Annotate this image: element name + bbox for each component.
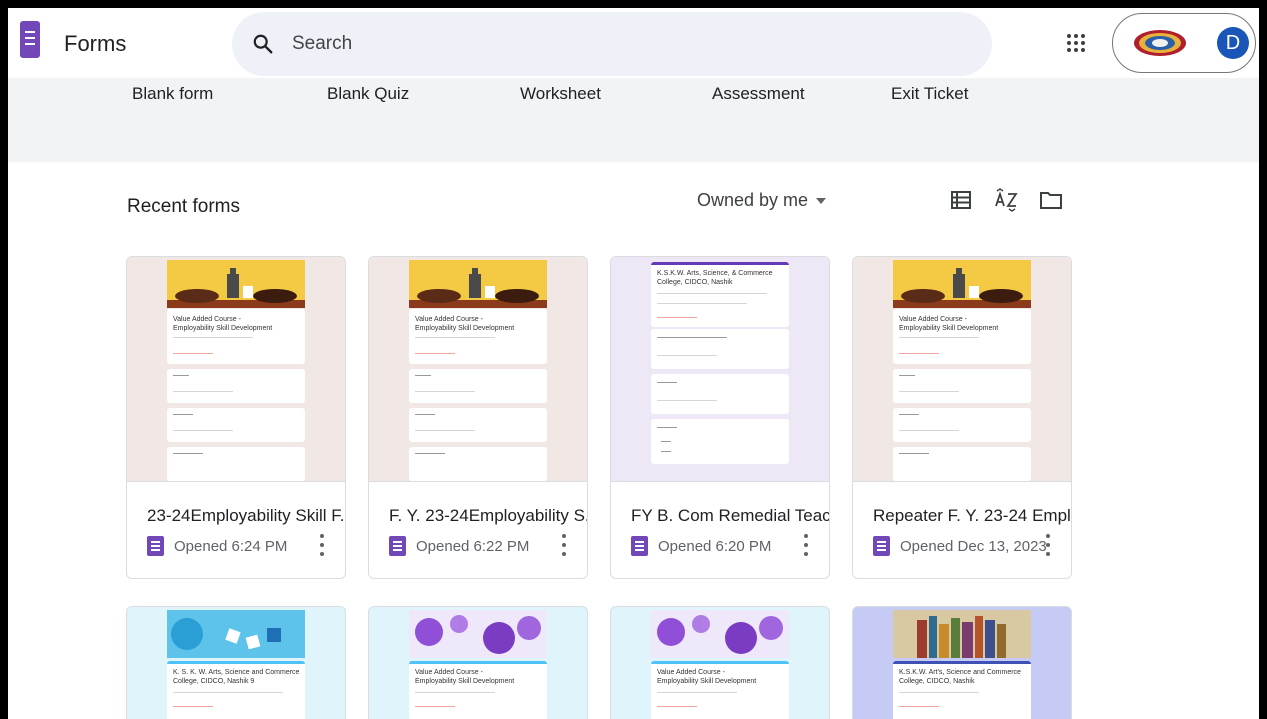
form-header-preview: Value Added Course - Employability Skill…	[409, 661, 547, 719]
form-header-preview: K.S.K.W. Art's, Science and Commerce Col…	[893, 661, 1031, 719]
avatar[interactable]: D	[1217, 27, 1249, 59]
template-gallery: Blank form Blank Quiz Worksheet Assessme…	[8, 78, 1259, 162]
thumb-text: K. S. K. W. Arts, Science and Commerce	[173, 669, 300, 676]
thumb-text: K.S.K.W. Art's, Science and Commerce	[899, 669, 1021, 676]
last-opened: Opened 6:22 PM	[416, 538, 530, 555]
field-preview	[651, 419, 789, 464]
top-bar: Forms D	[8, 8, 1259, 78]
dice-banner-image	[167, 610, 305, 658]
list-view-icon[interactable]	[949, 188, 973, 212]
thumb-text: Employability Skill Development	[415, 678, 515, 685]
thumb-text: Employability Skill Development	[173, 325, 273, 332]
forms-logo-icon[interactable]	[20, 21, 40, 58]
field-preview	[651, 329, 789, 369]
field-preview	[167, 447, 305, 481]
thumb-text: College, CIDCO, Nashik	[657, 279, 733, 286]
form-thumbnail: Value Added Course - Employability Skill…	[127, 257, 345, 481]
more-options-icon[interactable]	[1041, 532, 1055, 558]
form-card[interactable]: K.S.K.W. Arts, Science, & Commerce Colle…	[610, 256, 830, 579]
section-title: Recent forms	[127, 196, 240, 217]
last-opened: Opened Dec 13, 2023	[900, 538, 1047, 555]
thumb-text: K.S.K.W. Arts, Science, & Commerce	[657, 270, 773, 277]
app-title[interactable]: Forms	[64, 31, 126, 57]
template-assessment[interactable]: Assessment	[712, 84, 805, 104]
forms-icon	[631, 536, 648, 556]
books-banner-image	[893, 610, 1031, 658]
coffee-banner-image	[409, 260, 547, 308]
field-preview	[409, 447, 547, 481]
field-preview	[409, 369, 547, 403]
form-thumbnail: Value Added Course - Employability Skill…	[853, 257, 1071, 481]
form-title[interactable]: 23-24Employability Skill F....	[147, 506, 345, 526]
form-thumbnail: K.S.K.W. Arts, Science, & Commerce Colle…	[611, 257, 829, 481]
last-opened: Opened 6:20 PM	[658, 538, 772, 555]
form-card[interactable]: Value Added Course - Employability Skill…	[610, 606, 830, 719]
thumb-text: Employability Skill Development	[657, 678, 757, 685]
form-title[interactable]: Repeater F. Y. 23-24 Empl...	[873, 506, 1071, 526]
thumb-text: College, CIDCO, Nashik 9	[173, 678, 255, 685]
template-blank-form[interactable]: Blank form	[132, 84, 213, 104]
thumb-text: Value Added Course -	[415, 316, 483, 323]
form-card[interactable]: Value Added Course - Employability Skill…	[126, 256, 346, 579]
field-preview	[893, 447, 1031, 481]
form-card[interactable]: Value Added Course - Employability Skill…	[368, 256, 588, 579]
coffee-banner-image	[893, 260, 1031, 308]
thumb-text: Employability Skill Development	[899, 325, 999, 332]
form-header-preview: Value Added Course - Employability Skill…	[893, 309, 1031, 364]
template-exit-ticket[interactable]: Exit Ticket	[891, 84, 968, 104]
thumb-text: Employability Skill Development	[415, 325, 515, 332]
more-options-icon[interactable]	[557, 532, 571, 558]
app-window: Forms D Blank for	[8, 8, 1259, 719]
thumb-text: Value Added Course -	[173, 316, 241, 323]
bubbles-banner-image	[409, 610, 547, 658]
more-options-icon[interactable]	[315, 532, 329, 558]
template-worksheet[interactable]: Worksheet	[520, 84, 601, 104]
field-preview	[167, 369, 305, 403]
field-preview	[893, 408, 1031, 442]
form-header-preview: Value Added Course - Employability Skill…	[167, 309, 305, 364]
last-opened: Opened 6:24 PM	[174, 538, 288, 555]
owner-filter-dropdown[interactable]: Owned by me	[697, 190, 827, 211]
search-bar[interactable]	[232, 12, 992, 76]
field-preview	[893, 369, 1031, 403]
caret-down-icon	[816, 198, 827, 205]
form-header-preview: K.S.K.W. Arts, Science, & Commerce Colle…	[651, 262, 789, 327]
organization-logo-icon	[1134, 30, 1186, 56]
more-options-icon[interactable]	[799, 532, 813, 558]
bubbles-banner-image	[651, 610, 789, 658]
field-preview	[409, 408, 547, 442]
form-card[interactable]: K.S.K.W. Art's, Science and Commerce Col…	[852, 606, 1072, 719]
form-card[interactable]: Value Added Course - Employability Skill…	[852, 256, 1072, 579]
form-title[interactable]: FY B. Com Remedial Teac...	[631, 506, 829, 526]
thumb-text: Value Added Course -	[657, 669, 725, 676]
forms-icon	[147, 536, 164, 556]
search-input[interactable]	[290, 28, 894, 60]
form-header-preview: K. S. K. W. Arts, Science and Commerce C…	[167, 661, 305, 719]
form-thumbnail: Value Added Course - Employability Skill…	[369, 257, 587, 481]
field-preview	[651, 374, 789, 414]
thumb-text: Value Added Course -	[415, 669, 483, 676]
form-header-preview: Value Added Course - Employability Skill…	[409, 309, 547, 364]
form-card[interactable]: Value Added Course - Employability Skill…	[368, 606, 588, 719]
forms-icon	[873, 536, 890, 556]
thumb-text: Value Added Course -	[899, 316, 967, 323]
form-title[interactable]: F. Y. 23-24Employability S...	[389, 506, 587, 526]
form-header-preview: Value Added Course - Employability Skill…	[651, 661, 789, 719]
account-switcher[interactable]: D	[1112, 13, 1256, 73]
coffee-banner-image	[167, 260, 305, 308]
template-blank-quiz[interactable]: Blank Quiz	[327, 84, 409, 104]
thumb-text: College, CIDCO, Nashik	[899, 678, 975, 685]
apps-grid-icon[interactable]	[1065, 32, 1087, 54]
field-preview	[167, 408, 305, 442]
forms-icon	[389, 536, 406, 556]
form-card[interactable]: K. S. K. W. Arts, Science and Commerce C…	[126, 606, 346, 719]
search-icon[interactable]	[252, 33, 274, 55]
owner-filter-label: Owned by me	[697, 190, 809, 210]
folder-icon[interactable]	[1039, 188, 1063, 212]
sort-az-icon[interactable]	[994, 188, 1020, 212]
